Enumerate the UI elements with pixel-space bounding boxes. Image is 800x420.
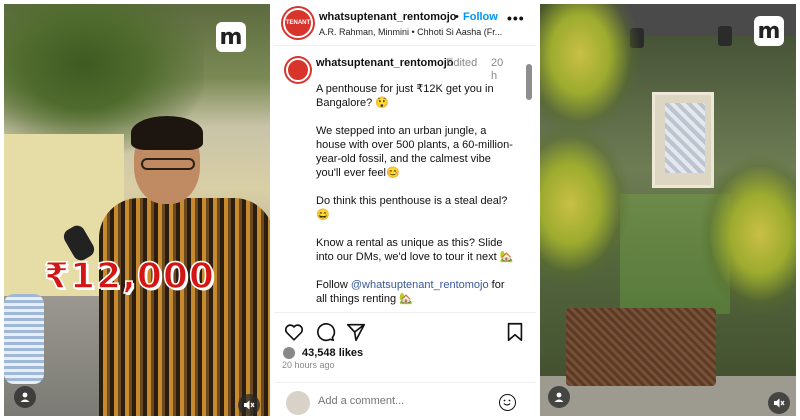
rentomojo-logo-icon: m bbox=[216, 22, 246, 52]
avatar-text: TENANT bbox=[285, 20, 311, 26]
account-avatar[interactable]: TENANT bbox=[283, 8, 313, 38]
doormat bbox=[566, 308, 716, 386]
share-icon[interactable] bbox=[345, 321, 367, 343]
emoji-icon[interactable] bbox=[499, 394, 516, 411]
mention-link[interactable]: @whatsuptenant_rentomojo bbox=[351, 279, 489, 291]
comment-input[interactable] bbox=[318, 395, 488, 407]
mute-icon[interactable] bbox=[238, 394, 260, 416]
likes-count[interactable]: 43,548 likes bbox=[302, 347, 363, 359]
caption-username[interactable]: whatsuptenant_rentomojo bbox=[316, 57, 454, 70]
post-viewer: ₹12,000 m TENANT whatsuptenant_rentomojo… bbox=[0, 0, 800, 420]
header-username[interactable]: whatsuptenant_rentomojo bbox=[319, 11, 457, 23]
caption-paragraph: Do think this penthouse is a steal deal?… bbox=[316, 195, 508, 221]
tagged-user-icon[interactable] bbox=[548, 386, 570, 408]
follow-button[interactable]: Follow bbox=[463, 11, 498, 23]
post-age: 20 h bbox=[491, 57, 504, 82]
right-reel-media[interactable]: m bbox=[540, 4, 796, 416]
interviewer-arm bbox=[4, 294, 44, 384]
caption-paragraph: Follow @whatsuptenant_rentomojo for all … bbox=[316, 278, 516, 306]
bookmark-icon[interactable] bbox=[504, 321, 526, 343]
mute-icon[interactable] bbox=[768, 392, 790, 414]
caption-avatar[interactable] bbox=[286, 58, 310, 82]
edited-label: Edited bbox=[446, 57, 478, 69]
liker-avatar bbox=[282, 346, 296, 360]
caption-paragraph: We stepped into an urban jungle, a house… bbox=[316, 125, 513, 179]
palm-top bbox=[540, 4, 640, 134]
post-panel: TENANT whatsuptenant_rentomojo • Follow … bbox=[274, 0, 536, 420]
glasses bbox=[141, 158, 195, 170]
lamp bbox=[718, 26, 732, 46]
post-time: 20 hours ago bbox=[282, 360, 335, 370]
rentomojo-logo-icon: m bbox=[754, 16, 784, 46]
price-overlay: ₹12,000 bbox=[43, 255, 215, 298]
door-panel bbox=[665, 103, 705, 173]
comment-row bbox=[274, 382, 536, 420]
header-separator: • bbox=[455, 11, 459, 23]
caption-paragraph: A penthouse for just ₹12K get you in Ban… bbox=[316, 83, 494, 109]
more-options-icon[interactable]: ••• bbox=[507, 10, 525, 26]
post-header: TENANT whatsuptenant_rentomojo • Follow … bbox=[274, 0, 536, 46]
follow-prefix: Follow bbox=[316, 279, 351, 291]
tagged-user-icon[interactable] bbox=[14, 386, 36, 408]
hair bbox=[131, 116, 203, 150]
striped-shirt bbox=[99, 198, 270, 416]
heart-icon[interactable] bbox=[283, 321, 305, 343]
audio-track[interactable]: A.R. Rahman, Minmini • Chhoti Si Aasha (… bbox=[319, 27, 503, 37]
palm-left bbox=[540, 124, 630, 284]
caption-scrollbar[interactable] bbox=[526, 64, 532, 100]
comment-icon[interactable] bbox=[314, 321, 336, 343]
caption-area: whatsuptenant_rentomojo Edited 20 h A pe… bbox=[274, 50, 536, 312]
caption-text: A penthouse for just ₹12K get you in Ban… bbox=[316, 82, 516, 312]
left-reel-media[interactable]: ₹12,000 m bbox=[4, 4, 270, 416]
caption-paragraph: Know a rental as unique as this? Slide i… bbox=[316, 237, 514, 263]
palm-right bbox=[700, 154, 796, 314]
current-user-avatar bbox=[286, 391, 310, 415]
